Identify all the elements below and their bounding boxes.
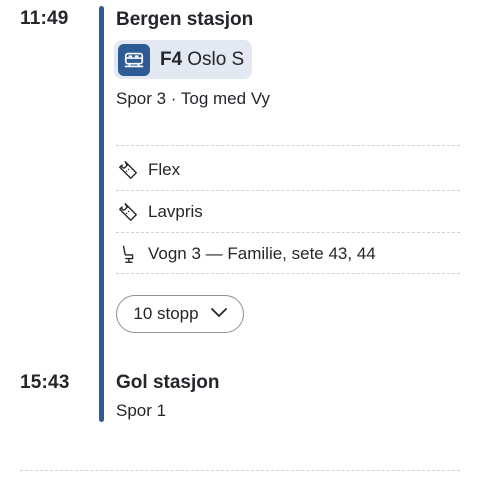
train-icon — [118, 43, 150, 76]
divider — [116, 190, 460, 191]
arrival-platform-info: Spor 1 — [116, 401, 167, 420]
ticket-icon — [116, 158, 140, 182]
stops-button-label: 10 stopp — [133, 304, 199, 323]
seat-reservation-row: Vogn 3 — Familie, sete 43, 44 — [116, 234, 460, 274]
seat-label: Vogn 3 — Familie, sete 43, 44 — [148, 244, 376, 263]
departure-station: Bergen stasjon — [116, 9, 254, 30]
divider — [116, 145, 460, 146]
divider — [116, 232, 460, 233]
ticket-row-flex: Flex — [116, 150, 460, 190]
departure-platform-info: Spor 3 · Tog med Vy — [116, 89, 271, 108]
divider — [116, 273, 460, 274]
line-destination: Oslo S — [187, 48, 245, 70]
divider — [20, 470, 460, 471]
line-code: F4 — [160, 48, 183, 70]
arrival-time: 15:43 — [20, 372, 70, 393]
journey-leg: 11:49 Bergen stasjon F4 Oslo S Spor 3 · … — [0, 0, 480, 480]
seat-icon — [116, 242, 140, 266]
ticket-label: Flex — [148, 160, 181, 179]
show-stops-button[interactable]: 10 stopp — [116, 295, 244, 333]
ticket-label: Lavpris — [148, 202, 203, 221]
line-chip[interactable]: F4 Oslo S — [114, 40, 253, 79]
ticket-icon — [116, 200, 140, 224]
ticket-row-lavpris: Lavpris — [116, 192, 460, 232]
arrival-station: Gol stasjon — [116, 372, 220, 393]
chevron-down-icon — [210, 305, 227, 323]
timeline-bar — [99, 6, 104, 422]
departure-time: 11:49 — [20, 8, 69, 29]
